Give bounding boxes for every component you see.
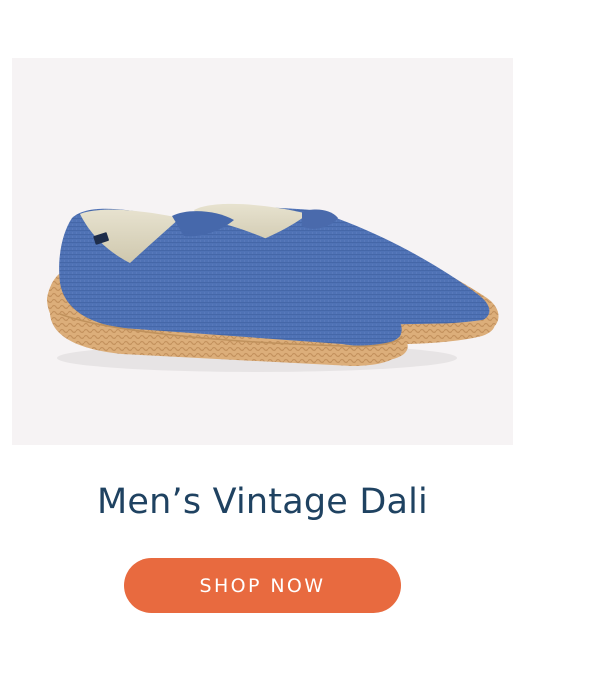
espadrille-shoes-illustration [47, 203, 499, 372]
product-title[interactable]: Men’s Vintage Dali [0, 476, 525, 528]
shop-now-button[interactable]: SHOP NOW [124, 558, 401, 613]
product-card: Men’s Vintage Dali SHOP NOW [0, 0, 600, 674]
product-image[interactable] [12, 58, 513, 445]
